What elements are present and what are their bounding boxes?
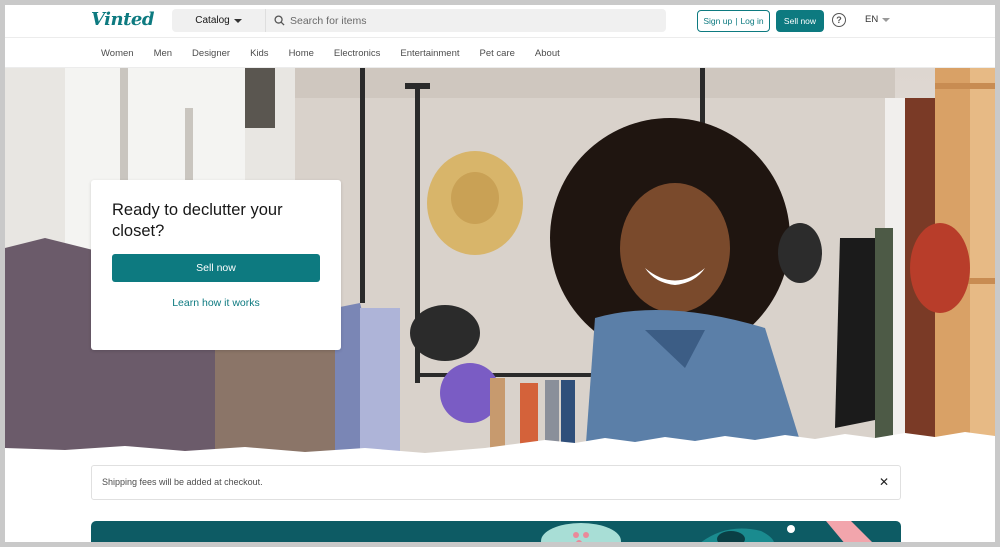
vinted-logo[interactable]: Vinted [91,9,154,30]
login-link[interactable]: Log in [740,16,763,26]
language-label: EN [865,14,879,25]
search-field[interactable] [266,9,666,32]
signup-login-button[interactable]: Sign up | Log in [697,10,770,32]
nav-item-designer[interactable]: Designer [192,48,230,59]
promo-illustration [541,521,872,542]
nav-item-electronics[interactable]: Electronics [334,48,380,59]
chevron-down-icon [233,18,242,23]
nav-item-pet-care[interactable]: Pet care [480,48,515,59]
nav-item-women[interactable]: Women [101,48,134,59]
browser-page: Vinted Catalog Sign up | Log in Sell now… [5,5,995,542]
nav-item-kids[interactable]: Kids [250,48,268,59]
search-input[interactable] [290,14,650,27]
catalog-label: Catalog [195,15,230,26]
search-bar: Catalog [172,9,666,32]
hero-card: Ready to declutter your closet? Sell now… [91,180,341,350]
shipping-notice-text: Shipping fees will be added at checkout. [102,477,263,487]
language-selector[interactable]: EN [865,14,891,25]
help-icon[interactable]: ? [832,13,846,27]
category-nav-list: Women Men Designer Kids Home Electronics Enter… [101,39,580,68]
hero-banner: Ready to declutter your closet? Sell now… [5,68,995,457]
category-nav: Women Men Designer Kids Home Electronics Enter… [5,39,995,68]
shipping-notice: Shipping fees will be added at checkout.… [91,465,901,500]
nav-item-home[interactable]: Home [289,48,314,59]
hero-sell-now-button[interactable]: Sell now [112,254,320,282]
signup-link[interactable]: Sign up [703,16,732,26]
nav-item-about[interactable]: About [535,48,560,59]
separator: | [735,16,738,26]
sell-now-button[interactable]: Sell now [776,10,824,32]
nav-item-men[interactable]: Men [154,48,172,59]
learn-how-it-works-link[interactable]: Learn how it works [112,297,320,309]
catalog-dropdown[interactable]: Catalog [172,9,266,32]
hero-title: Ready to declutter your closet? [112,201,283,240]
chevron-down-icon [882,17,891,22]
nav-item-entertainment[interactable]: Entertainment [400,48,459,59]
close-icon[interactable]: ✕ [877,475,891,489]
top-header: Vinted Catalog Sign up | Log in Sell now… [5,5,995,38]
promo-banner[interactable] [91,521,901,542]
search-icon [274,15,285,26]
